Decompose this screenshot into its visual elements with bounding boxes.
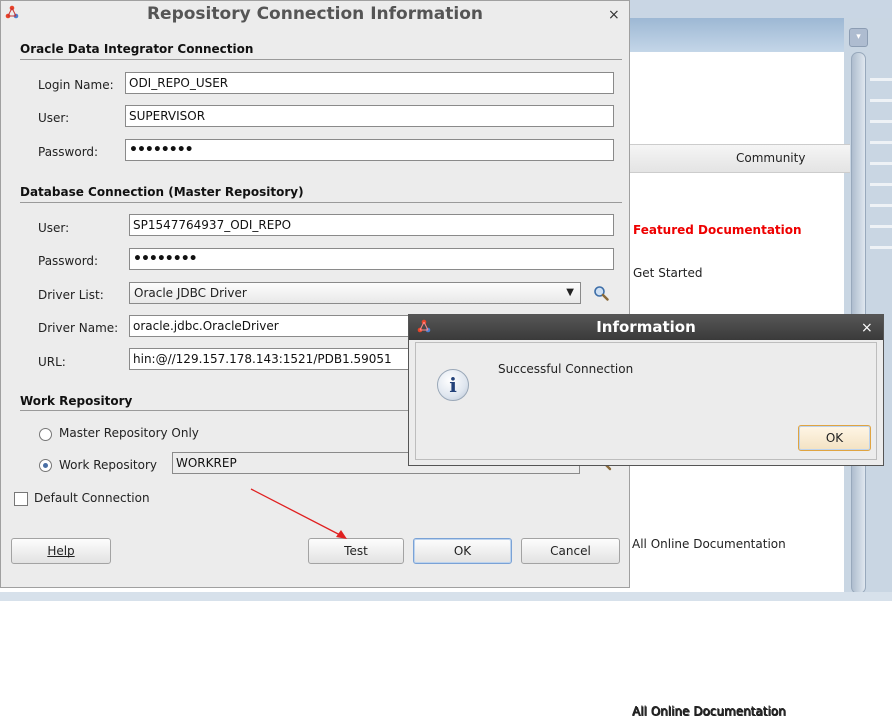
information-ok-button[interactable]: OK [798,425,871,451]
community-tab-label: Community [736,151,806,165]
close-icon[interactable]: × [608,7,620,23]
db-password-field[interactable]: •••••••• [129,248,614,270]
work-repository-label[interactable]: Work Repository [59,458,157,472]
chevron-down-icon: ▼ [566,287,574,298]
cancel-button-label: Cancel [550,544,591,558]
ok-button-label: OK [453,544,472,558]
work-repository-radio[interactable] [39,459,52,472]
odi-section-divider [20,59,622,60]
repository-connection-dialog: Repository Connection Information × Orac… [0,0,630,588]
login-name-field[interactable]: ODI_REPO_USER [125,72,614,94]
driver-list-select[interactable]: Oracle JDBC Driver ▼ [129,282,581,304]
get-started-link[interactable]: Get Started [633,266,703,280]
master-repository-only-radio[interactable] [39,428,52,441]
url-label: URL: [38,355,66,369]
information-message: Successful Connection [498,362,634,376]
information-ok-label: OK [825,431,844,445]
information-body: i Successful Connection OK [415,342,877,460]
information-title: Information [596,318,696,336]
all-online-docs-label[interactable]: All Online Documentation [633,705,787,719]
odi-user-field[interactable]: SUPERVISOR [125,105,614,127]
dialog-titlebar[interactable]: Repository Connection Information × [1,1,629,31]
odi-password-field[interactable]: •••••••• [125,139,614,161]
annotation-arrow [250,488,347,539]
odi-user-label: User: [38,111,70,125]
odi-password-label: Password: [38,145,99,159]
background-window-top [630,0,892,18]
driver-name-label: Driver Name: [38,321,119,335]
work-repository-heading: Work Repository [20,394,133,408]
all-online-documentation-final[interactable]: All Online Documentation [632,537,786,551]
background-stripes [870,60,892,260]
background-header-band [630,18,844,52]
db-section-divider [20,202,622,203]
default-connection-checkbox[interactable] [14,492,28,506]
background-bottom-bar [0,592,892,601]
close-icon[interactable]: × [861,320,873,336]
dialog-title: Repository Connection Information [146,4,484,24]
cancel-button[interactable]: Cancel [521,538,620,564]
default-connection-label[interactable]: Default Connection [34,491,150,505]
information-dialog: Information × i Successful Connection OK [408,314,884,466]
driver-list-label: Driver List: [38,288,104,302]
ok-button[interactable]: OK [413,538,512,564]
info-icon: i [437,369,469,401]
background-dropdown-button[interactable]: ▾ [849,28,868,47]
test-button-label: Test [344,544,368,558]
odi-connection-heading: Oracle Data Integrator Connection [20,42,254,56]
information-titlebar[interactable]: Information × [409,315,883,340]
db-password-label: Password: [38,254,99,268]
featured-documentation-label: Featured Documentation [633,223,802,237]
help-button[interactable]: Help [11,538,111,564]
search-icon[interactable] [593,285,609,301]
login-name-label: Login Name: [38,78,114,92]
help-button-label: Help [47,544,75,558]
db-user-label: User: [38,221,70,235]
driver-list-value: Oracle JDBC Driver [134,286,247,300]
master-repository-only-label[interactable]: Master Repository Only [59,426,199,440]
db-user-field[interactable]: SP1547764937_ODI_REPO [129,214,614,236]
db-connection-heading: Database Connection (Master Repository) [20,185,304,199]
background-column-header[interactable]: Community [630,144,850,173]
